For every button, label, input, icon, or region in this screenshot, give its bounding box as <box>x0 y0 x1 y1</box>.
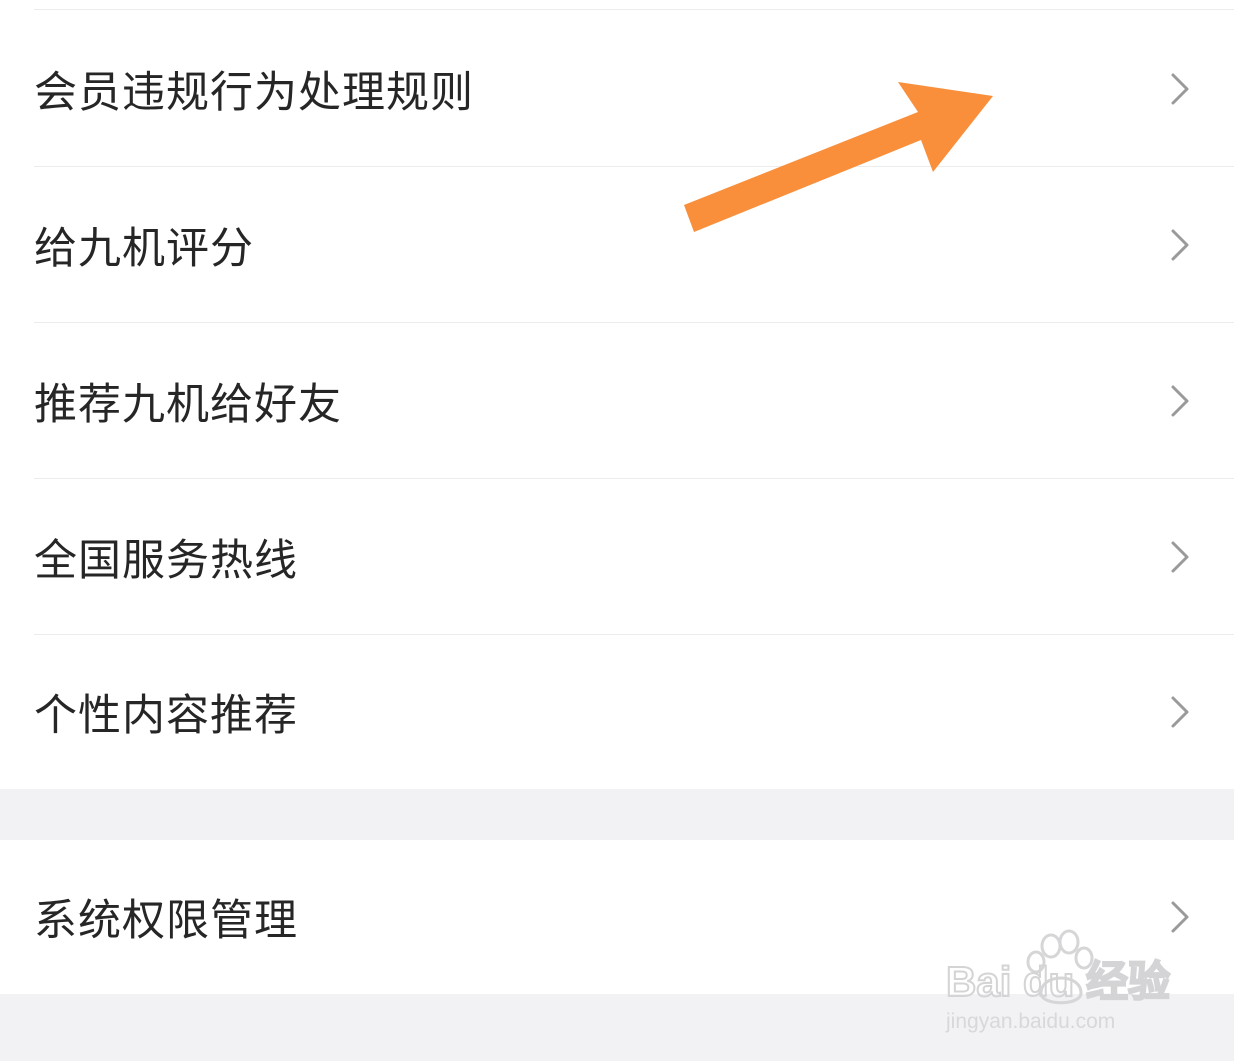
divider <box>34 9 1234 10</box>
menu-item-recommend-to-friends[interactable]: 推荐九机给好友 <box>0 323 1234 479</box>
chevron-right-icon <box>1171 73 1189 105</box>
menu-item-system-permissions[interactable]: 系统权限管理 <box>0 840 1234 994</box>
menu-item-personalized-content[interactable]: 个性内容推荐 <box>0 635 1234 789</box>
chevron-right-icon <box>1171 229 1189 261</box>
menu-item-label: 系统权限管理 <box>34 896 298 946</box>
menu-item-label: 全国服务热线 <box>34 536 298 586</box>
menu-item-label: 推荐九机给好友 <box>34 380 342 430</box>
menu-group-main: 会员违规行为处理规则 给九机评分 推荐九机给好友 全国服务热线 个性内容推荐 <box>0 0 1234 789</box>
menu-item-label: 个性内容推荐 <box>34 691 298 741</box>
menu-item-service-hotline[interactable]: 全国服务热线 <box>0 479 1234 635</box>
watermark-url-text: jingyan.baidu.com <box>945 1010 1115 1033</box>
chevron-right-icon <box>1171 901 1189 933</box>
menu-item-label: 会员违规行为处理规则 <box>34 68 474 118</box>
chevron-right-icon <box>1171 696 1189 728</box>
menu-item-violation-rules[interactable]: 会员违规行为处理规则 <box>0 11 1234 167</box>
menu-item-label: 给九机评分 <box>34 224 254 274</box>
chevron-right-icon <box>1171 385 1189 417</box>
settings-screen: 会员违规行为处理规则 给九机评分 推荐九机给好友 全国服务热线 个性内容推荐 系… <box>0 0 1234 1061</box>
menu-group-system: 系统权限管理 <box>0 840 1234 994</box>
chevron-right-icon <box>1171 541 1189 573</box>
menu-item-rate-app[interactable]: 给九机评分 <box>0 167 1234 323</box>
